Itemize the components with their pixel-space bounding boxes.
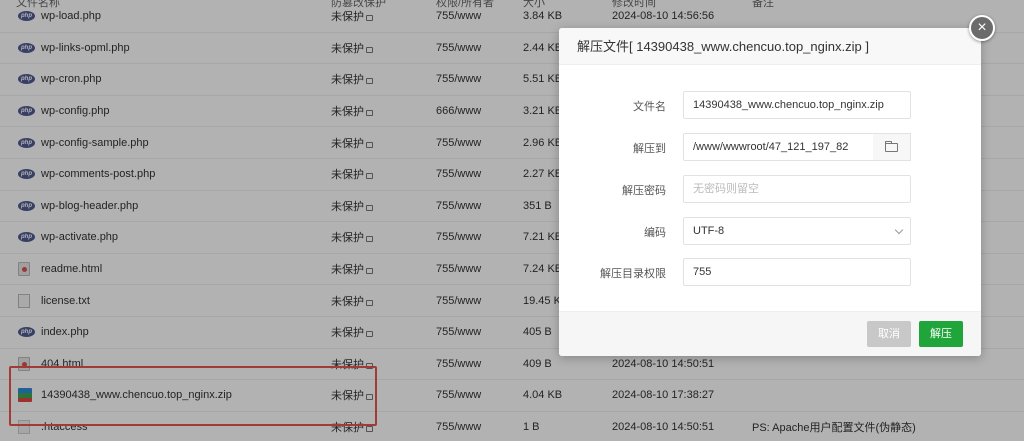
dialog-footer: 取消 解压 xyxy=(559,311,981,356)
password-label: 解压密码 xyxy=(622,185,666,197)
close-icon[interactable]: × xyxy=(969,15,995,41)
password-input[interactable]: 无密码则留空 xyxy=(683,175,911,203)
folder-icon xyxy=(885,141,898,152)
cancel-button[interactable]: 取消 xyxy=(867,321,911,347)
password-row: 解压密码 无密码则留空 xyxy=(559,175,981,205)
encoding-label: 编码 xyxy=(644,227,666,239)
permission-row: 解压目录权限 755 xyxy=(559,258,981,288)
filename-input[interactable]: 14390438_www.chencuo.top_nginx.zip xyxy=(683,91,911,119)
extract-path-input[interactable]: /www/wwwroot/47_121_197_82 xyxy=(683,133,874,161)
permission-label: 解压目录权限 xyxy=(600,268,666,280)
encoding-value: UTF-8 xyxy=(693,225,725,237)
extract-to-row: 解压到 /www/wwwroot/47_121_197_82 xyxy=(559,133,981,163)
encoding-row: 编码 UTF-8 xyxy=(559,217,981,247)
browse-folder-button[interactable] xyxy=(873,133,911,161)
filename-label: 文件名 xyxy=(633,101,666,113)
extract-to-label: 解压到 xyxy=(633,143,666,155)
extract-button[interactable]: 解压 xyxy=(919,321,963,347)
dialog-title: 解压文件[ 14390438_www.chencuo.top_nginx.zip… xyxy=(559,28,981,65)
encoding-select[interactable]: UTF-8 xyxy=(683,217,911,245)
chevron-down-icon xyxy=(894,225,904,235)
extract-dialog: 解压文件[ 14390438_www.chencuo.top_nginx.zip… xyxy=(559,28,981,356)
permission-input[interactable]: 755 xyxy=(683,258,911,286)
filename-row: 文件名 14390438_www.chencuo.top_nginx.zip xyxy=(559,91,981,121)
